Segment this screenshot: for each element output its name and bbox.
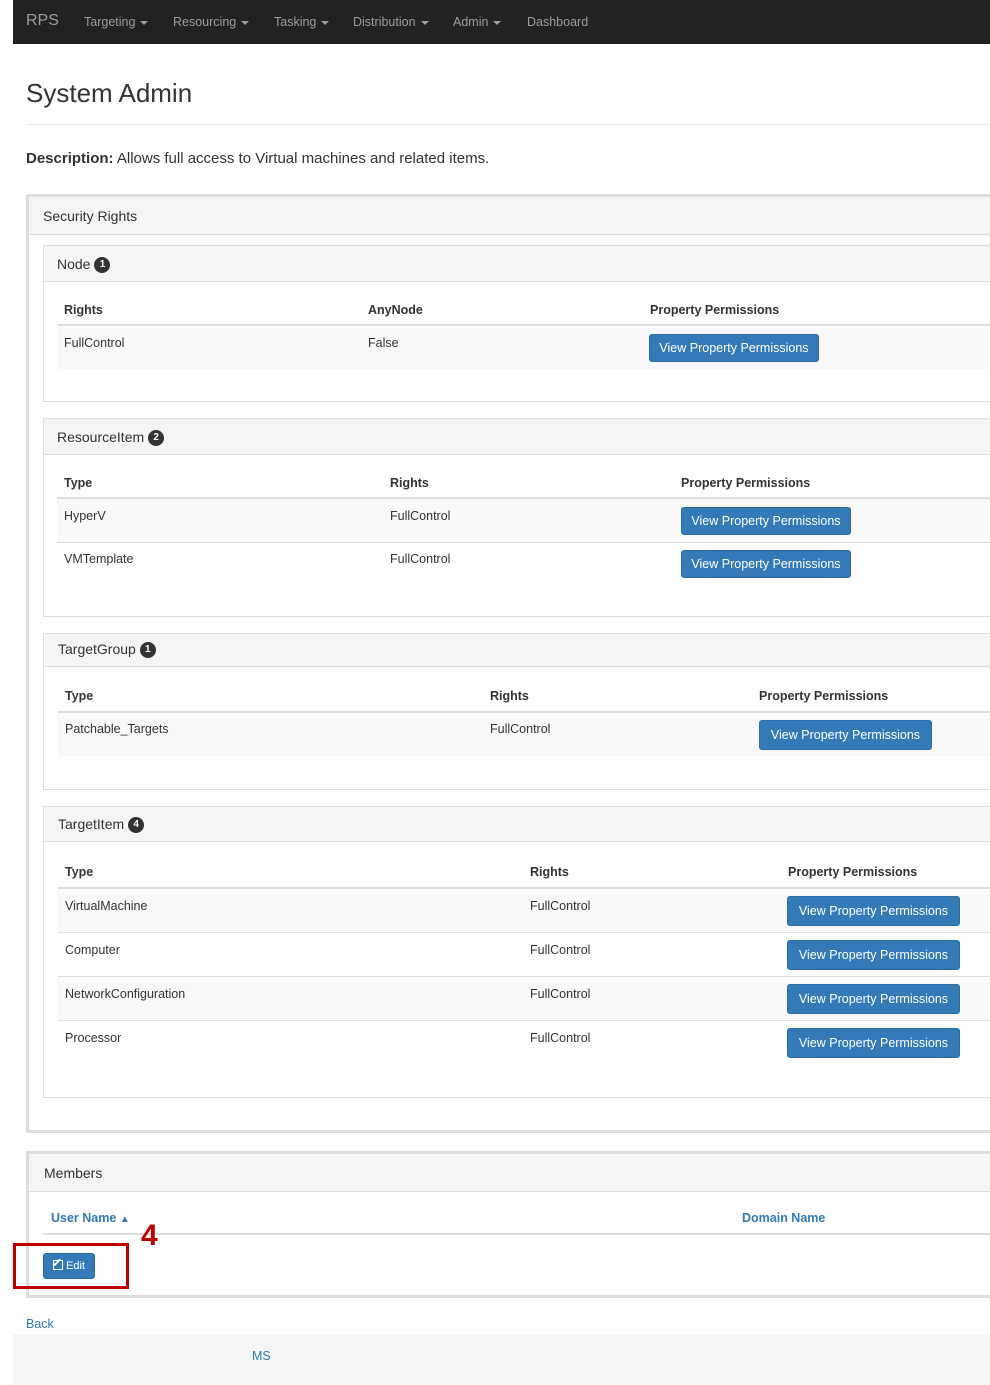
targetitem-row3-rights: FullControl <box>530 987 591 1001</box>
targetitem-row3-type: NetworkConfiguration <box>65 987 186 1001</box>
node-col-rights: Rights <box>64 303 103 317</box>
top-navbar: RPS Targeting Resourcing Tasking Distrib… <box>13 0 990 44</box>
resourceitem-row1-view-property-permissions-button[interactable]: View Property Permissions <box>681 507 851 535</box>
nav-tasking[interactable]: Tasking <box>274 15 330 29</box>
targetitem-col-type: Type <box>65 865 94 879</box>
targetitem-row3-view-property-permissions-button[interactable]: View Property Permissions <box>787 984 960 1014</box>
targetitem-row1-view-property-permissions-button[interactable]: View Property Permissions <box>787 896 960 926</box>
row-divider <box>58 932 990 933</box>
page-title: System Admin <box>26 78 193 108</box>
node-row1-anynode: False <box>368 336 399 350</box>
resourceitem-row2-view-property-permissions-button[interactable]: View Property Permissions <box>681 550 851 578</box>
row-divider <box>58 1020 990 1021</box>
members-panel: Members <box>26 1151 990 1298</box>
node-col-anynode: AnyNode <box>368 303 423 317</box>
members-heading: Members <box>29 1154 990 1192</box>
resourceitem-row2-rights: FullControl <box>390 552 451 566</box>
targetitem-row1-rights: FullControl <box>530 899 591 913</box>
nav-distribution[interactable]: Distribution <box>353 15 429 29</box>
description-label: Description: <box>26 150 114 167</box>
resourceitem-row1-rights: FullControl <box>390 509 451 523</box>
user-name-sort-header[interactable]: User Name ▲ <box>51 1211 130 1225</box>
node-col-property-permissions: Property Permissions <box>650 303 780 317</box>
targetgroup-count-badge: 1 <box>139 642 156 659</box>
sort-ascending-icon: ▲ <box>119 1214 130 1225</box>
targetitem-row1-type: VirtualMachine <box>65 899 148 913</box>
targetitem-row4-view-property-permissions-button[interactable]: View Property Permissions <box>787 1028 960 1058</box>
resourceitem-col-rights: Rights <box>390 476 429 490</box>
caret-down-icon <box>241 20 250 25</box>
caret-down-icon <box>321 20 330 25</box>
targetgroup-title: TargetGroup <box>58 641 136 657</box>
targetgroup-col-property-permissions: Property Permissions <box>759 689 889 703</box>
resourceitem-count-badge: 2 <box>148 430 165 447</box>
targetitem-col-rights: Rights <box>530 865 569 879</box>
resourceitem-col-property-permissions: Property Permissions <box>681 476 811 490</box>
row-divider <box>57 542 990 543</box>
node-view-property-permissions-button[interactable]: View Property Permissions <box>649 334 819 362</box>
targetitem-row2-rights: FullControl <box>530 943 591 957</box>
brand-logo[interactable]: RPS <box>26 12 59 30</box>
node-heading: Node 1 <box>44 246 990 282</box>
node-title: Node <box>57 256 91 272</box>
resourceitem-row2-type: VMTemplate <box>64 552 134 566</box>
resourceitem-col-type: Type <box>64 476 93 490</box>
nav-admin[interactable]: Admin <box>453 15 502 29</box>
domain-name-sort-header[interactable]: Domain Name <box>742 1211 825 1225</box>
members-header-rule <box>43 1233 990 1235</box>
targetgroup-col-rights: Rights <box>490 689 529 703</box>
description-text: Allows full access to Virtual machines a… <box>113 150 490 167</box>
security-rights-heading: Security Rights <box>29 197 990 235</box>
targetgroup-heading: TargetGroup 1 <box>44 634 990 667</box>
table-row <box>57 326 990 369</box>
nav-dashboard[interactable]: Dashboard <box>527 15 588 29</box>
targetgroup-view-property-permissions-button[interactable]: View Property Permissions <box>759 720 932 750</box>
nav-targeting[interactable]: Targeting <box>84 15 149 29</box>
targetitem-title: TargetItem <box>58 816 125 832</box>
targetitem-count-badge: 4 <box>128 817 145 834</box>
targetitem-col-property-permissions: Property Permissions <box>788 865 918 879</box>
targetitem-row4-type: Processor <box>65 1031 122 1045</box>
nav-resourcing[interactable]: Resourcing <box>173 15 250 29</box>
resourceitem-row1-type: HyperV <box>64 509 106 523</box>
resourceitem-title: ResourceItem <box>57 429 145 445</box>
role-description: Description: Allows full access to Virtu… <box>26 150 489 167</box>
footer-link[interactable]: MS <box>252 1349 271 1363</box>
annotation-step-number: 4 <box>141 1219 158 1252</box>
resourceitem-heading: ResourceItem 2 <box>44 419 990 455</box>
title-divider <box>26 124 990 125</box>
targetgroup-row1-rights: FullControl <box>490 722 551 736</box>
footer: MS <box>13 1334 990 1385</box>
caret-down-icon <box>140 20 149 25</box>
back-link[interactable]: Back <box>26 1317 54 1331</box>
annotation-highlight-box <box>13 1243 129 1289</box>
targetitem-heading: TargetItem 4 <box>44 807 990 842</box>
node-count-badge: 1 <box>94 257 111 274</box>
targetgroup-col-type: Type <box>65 689 94 703</box>
targetgroup-row1-type: Patchable_Targets <box>65 722 169 736</box>
node-row1-rights: FullControl <box>64 336 125 350</box>
targetitem-row4-rights: FullControl <box>530 1031 591 1045</box>
caret-down-icon <box>493 20 502 25</box>
targetitem-row2-view-property-permissions-button[interactable]: View Property Permissions <box>787 940 960 970</box>
targetitem-row2-type: Computer <box>65 943 120 957</box>
caret-down-icon <box>420 20 429 25</box>
